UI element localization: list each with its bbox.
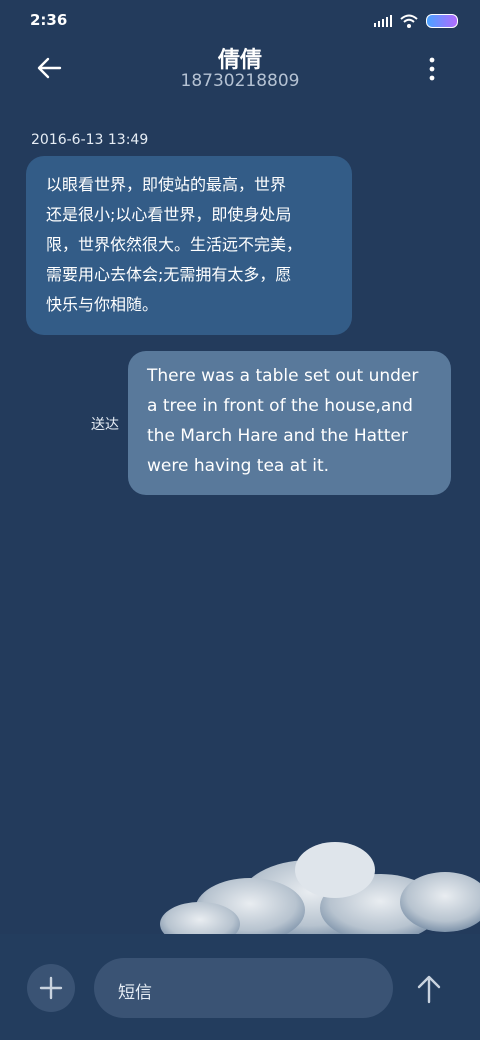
more-vertical-icon[interactable] [428,56,436,82]
cloud-background-image [160,842,480,936]
message-line: 需要用心去体会;无需拥有太多，愿 [46,265,292,284]
message-timestamp: 2016-6-13 13:49 [31,132,149,148]
message-line: 限，世界依然很大。生活远不完美， [46,235,303,254]
status-icons [374,13,458,29]
signal-icon [374,15,392,27]
outgoing-message-bubble[interactable]: There was a table set out under a tree i… [128,351,451,495]
battery-icon [426,14,458,28]
message-input[interactable]: 短信 [94,958,393,1018]
add-attachment-button[interactable] [27,964,75,1012]
contact-name: 倩倩 [217,48,262,73]
message-line: 还是很小;以心看世界，即使身处局 [46,205,292,224]
message-line: a tree in front of the house,and [147,396,413,416]
message-line: the March Hare and the Hatter [147,426,408,446]
status-time: 2:36 [30,11,68,29]
message-input-placeholder: 短信 [118,983,152,1003]
wifi-icon [400,14,418,28]
message-line: 快乐与你相随。 [46,295,159,314]
message-line: 以眼看世界，即使站的最高，世界 [46,175,287,194]
status-bar: 2:36 [0,0,480,40]
message-line: were having tea at it. [147,456,330,476]
message-line: There was a table set out under [147,366,419,386]
arrow-up-icon[interactable] [412,972,446,1006]
delivery-status: 送达 [91,417,119,433]
contact-phone-number: 18730218809 [180,71,300,91]
conversation-header: 倩倩 18730218809 [0,40,480,104]
incoming-message-bubble[interactable]: 以眼看世界，即使站的最高，世界 还是很小;以心看世界，即使身处局 限，世界依然很… [26,156,352,335]
plus-icon [39,976,63,1000]
